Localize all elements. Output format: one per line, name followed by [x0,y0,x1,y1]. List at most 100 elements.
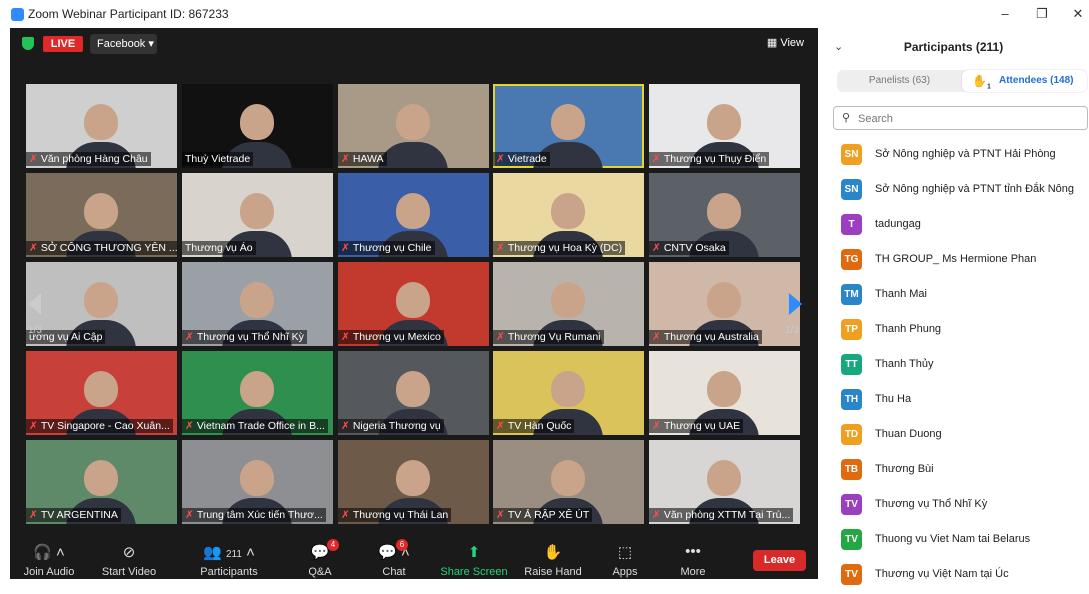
tile-name-text: Vietrade [507,153,547,165]
apps-button[interactable]: ⬚ Apps [586,535,664,579]
facebook-stream-dropdown[interactable]: Facebook ▾ [90,34,157,54]
raise-hand-button[interactable]: ✋ Raise Hand [514,535,592,579]
video-tile[interactable]: ✗ Trung tâm Xúc tiến Thươ... [182,440,333,524]
video-tile[interactable]: ✗ Thương Vụ Rumani [493,262,644,346]
start-video-label: Start Video [101,566,157,578]
video-tile[interactable]: ✗ TV Singapore - Cao Xuân... [26,351,177,435]
tile-name-text: Thuỳ Vietrade [185,153,251,165]
video-tile[interactable]: ✗ Thương vụ Thổ Nhĩ Kỳ [182,262,333,346]
leave-button[interactable]: Leave [753,550,806,571]
tab-attendees[interactable]: ✋1 Attendees (148) [962,70,1087,92]
video-tile[interactable]: Thương vụ Áo [182,173,333,257]
video-tile[interactable]: ✗ TV Hàn Quốc [493,351,644,435]
meeting-toolbar: 🎧 ˄ Join Audio ⊘ Start Video 👥 211 ˄ Par… [10,535,818,579]
video-tile[interactable]: ✗ Vietnam Trade Office in B... [182,351,333,435]
mic-muted-icon: ✗ [496,331,505,343]
participants-panel: ⌄ Participants (211) Panelists (63) ✋1 A… [818,28,1089,585]
minimize-button[interactable]: – [994,4,1016,24]
participant-video-figure [84,193,118,229]
tab-panelists[interactable]: Panelists (63) [837,70,962,92]
video-tile[interactable]: ương vụ Ai Cập [26,262,177,346]
attendee-name: Thanh Phung [875,323,942,335]
qa-button[interactable]: 💬 4 Q&A [281,535,359,579]
next-page-arrow-icon[interactable] [789,293,802,315]
share-screen-button[interactable]: ⬆ Share Screen [435,535,513,579]
attendee-list-item[interactable]: TM Thanh Mai [818,279,1089,314]
live-badge: LIVE [43,36,83,52]
participant-video-figure [707,193,741,229]
tile-name-label: ✗ Thương vụ Mexico [338,330,444,344]
video-tile[interactable]: ✗ Thương vụ Thụy Điển [649,84,800,168]
video-tile[interactable]: ✗ CNTV Osaka [649,173,800,257]
participants-count: 211 [225,549,242,560]
title-bar: Zoom Webinar Participant ID: 867233 – ❐ … [0,0,1089,28]
join-audio-button[interactable]: 🎧 ˄ Join Audio [10,535,88,579]
search-box[interactable]: ⚲ [833,106,1088,130]
mic-muted-icon: ✗ [29,420,38,432]
more-button[interactable]: ••• More [654,535,732,579]
attendee-name: Thanh Mai [875,288,927,300]
video-tile[interactable]: ✗ TV ARGENTINA [26,440,177,524]
video-tile[interactable]: ✗ Vietrade [493,84,644,168]
attendee-list-item[interactable]: TD Thuan Duong [818,419,1089,454]
video-tile[interactable]: ✗ Thương vụ Chile [338,173,489,257]
tile-name-text: CNTV Osaka [663,242,726,254]
view-button[interactable]: ▦ View [767,36,804,49]
video-tile[interactable]: ✗ Thương vụ Hoa Kỳ (DC) [493,173,644,257]
video-tile[interactable]: ✗ TV Ả RẬP XÊ ÚT [493,440,644,524]
attendee-list-item[interactable]: TB Thương Bùi [818,454,1089,489]
participant-video-figure [707,282,741,318]
avatar: TV [841,564,862,585]
video-tile[interactable]: ✗ SỞ CÔNG THƯƠNG YÊN ... [26,173,177,257]
video-tile[interactable]: ✗ HAWA [338,84,489,168]
tile-name-label: ✗ HAWA [338,152,387,166]
search-icon: ⚲ [842,112,851,124]
avatar: TV [841,494,862,515]
attendee-list-item[interactable]: TT Thanh Thủy [818,349,1089,384]
attendee-list-item[interactable]: TV Thương vụ Việt Nam tại Úc [818,559,1089,594]
tile-name-text: Trung tâm Xúc tiến Thươ... [196,509,323,521]
attendee-list-item[interactable]: SN Sở Nông nghiệp và PTNT tỉnh Đắk Nông [818,174,1089,209]
mic-muted-icon: ✗ [341,509,350,521]
tile-name-label: ✗ TV Ả RẬP XÊ ÚT [493,508,593,522]
video-tile[interactable]: ✗ Thương vụ UAE [649,351,800,435]
shield-icon[interactable] [22,37,34,50]
attendee-name: Sở Nông nghiệp và PTNT Hải Phòng [875,148,1056,160]
prev-page-arrow-icon[interactable] [28,293,41,315]
participant-video-figure [551,282,585,318]
search-input[interactable] [856,110,1080,128]
tile-name-text: SỞ CÔNG THƯƠNG YÊN ... [40,242,177,254]
avatar: TV [841,529,862,550]
video-tile[interactable]: ✗ Nigeria Thương vụ [338,351,489,435]
video-tile[interactable]: ✗ Thương vụ Thái Lan [338,440,489,524]
maximize-button[interactable]: ❐ [1031,4,1053,24]
attendee-list-item[interactable]: TP Thanh Phung [818,314,1089,349]
start-video-button[interactable]: ⊘ Start Video [90,535,168,579]
tab-attendees-label: Attendees (148) [999,75,1074,86]
qa-badge: 4 [327,539,339,551]
attendee-list-item[interactable]: TH Thu Ha [818,384,1089,419]
attendee-name: Thuan Duong [875,428,942,440]
tile-name-label: ✗ Thương vụ Australia [649,330,762,344]
video-tile[interactable]: Thuỳ Vietrade [182,84,333,168]
tile-name-label: Thương vụ Áo [182,241,256,255]
attendee-list-item[interactable]: TG TH GROUP_ Ms Hermione Phan [818,244,1089,279]
video-tile[interactable]: ✗ Thương vụ Mexico [338,262,489,346]
avatar: T [841,214,862,235]
share-screen-label: Share Screen [440,566,508,578]
video-tile[interactable]: ✗ Văn phòng XTTM Tại Trù... [649,440,800,524]
participant-video-figure [84,282,118,318]
video-tile[interactable]: ✗ Văn phòng Hàng Châu [26,84,177,168]
tile-name-label: ✗ Văn phòng Hàng Châu [26,152,151,166]
participant-video-figure [240,282,274,318]
attendee-list-item[interactable]: SN Sở Nông nghiệp và PTNT Hải Phòng [818,139,1089,174]
tile-name-text: Văn phòng Hàng Châu [40,153,148,165]
attendee-list-item[interactable]: TV Thương vụ Thổ Nhĩ Kỳ [818,489,1089,524]
participant-video-figure [707,104,741,140]
attendee-list-item[interactable]: Ttadungag [818,209,1089,244]
participants-button[interactable]: 👥 211 ˄ Participants [190,535,268,579]
video-tile[interactable]: ✗ Thương vụ Australia [649,262,800,346]
attendee-list-item[interactable]: TV Thuong vu Viet Nam tai Belarus [818,524,1089,559]
close-button[interactable]: ✕ [1067,4,1089,24]
chat-button[interactable]: 💬 ˄ 6 Chat [355,535,433,579]
